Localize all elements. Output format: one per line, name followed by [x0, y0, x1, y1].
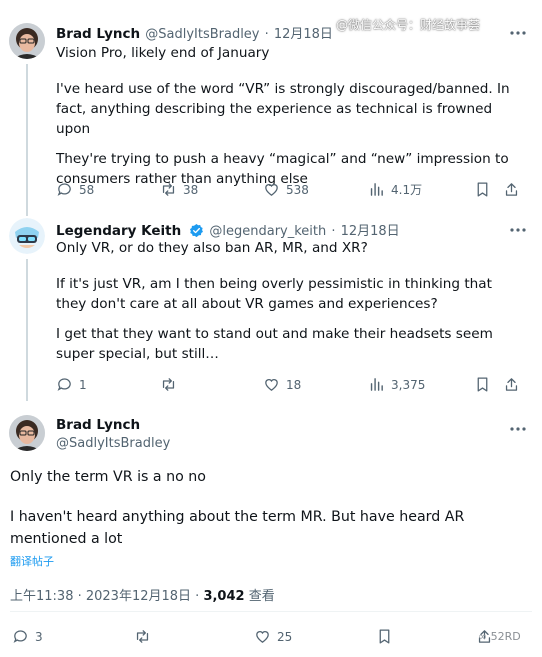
bookmark-button[interactable]: [474, 181, 491, 198]
post-date[interactable]: 12月18日: [341, 224, 400, 239]
tweet-paragraph: I've heard use of the word “VR” is stron…: [56, 81, 510, 137]
bookmark-button[interactable]: [376, 628, 393, 645]
views-count: 3,375: [391, 377, 426, 392]
analytics-icon: [370, 378, 383, 391]
tweet2-body: Only VR, or do they also ban AR, MR, and…: [56, 238, 521, 364]
like-button[interactable]: 538: [263, 181, 309, 198]
bottom-watermark: ∞ 52RD: [478, 630, 521, 643]
tweet1-header: Brad Lynch @SadlyItsBradley · 12月18日: [56, 23, 333, 42]
share-button[interactable]: [503, 181, 520, 198]
views-button[interactable]: 3,375: [368, 376, 425, 393]
more-icon[interactable]: [508, 421, 528, 440]
author-handle[interactable]: @SadlyItsBradley: [56, 436, 170, 451]
tweet2-actions: 1 18 3,375: [56, 376, 521, 396]
post-timestamp-row: 上午11:38 · 2023年12月18日 · 3,042 查看: [10, 585, 275, 604]
author-name[interactable]: Brad Lynch: [56, 26, 140, 42]
reply-count: 3: [35, 629, 43, 644]
reply-icon: [13, 630, 27, 643]
repost-icon: [162, 183, 175, 196]
wechat-logo-icon: ∞: [478, 630, 488, 643]
author-handle[interactable]: @SadlyItsBradley: [145, 27, 259, 42]
bookmark-icon: [379, 629, 390, 644]
reply-icon: [57, 378, 71, 391]
author-handle[interactable]: @legendary_keith: [209, 224, 326, 239]
post-time[interactable]: 上午11:38 · 2023年12月18日 ·: [10, 589, 203, 604]
like-count: 25: [277, 629, 293, 644]
tweet3-body: Only the term VR is a no no I haven't he…: [10, 466, 520, 550]
views-label: 查看: [244, 589, 275, 604]
thread-line: [26, 64, 28, 216]
like-button[interactable]: 25: [254, 628, 292, 645]
analytics-icon: [370, 183, 383, 196]
heart-icon: [265, 379, 278, 391]
tweet-paragraph: Only VR, or do they also ban AR, MR, and…: [56, 240, 368, 256]
tweet-paragraph: I get that they want to stand out and ma…: [56, 326, 493, 362]
share-icon: [505, 183, 518, 196]
share-button[interactable]: [503, 376, 520, 393]
more-icon[interactable]: [508, 25, 528, 44]
avatar-brad-lynch[interactable]: [9, 23, 45, 59]
like-count: 18: [286, 377, 302, 392]
repost-button[interactable]: [134, 628, 151, 645]
divider: [10, 611, 532, 612]
tweet-paragraph: Only the term VR is a no no: [10, 469, 206, 485]
like-count: 538: [286, 182, 309, 197]
repost-icon: [136, 630, 149, 643]
reply-button[interactable]: 58: [56, 181, 94, 198]
bookmark-icon: [477, 182, 488, 197]
heart-icon: [256, 631, 269, 643]
avatar-legendary-keith[interactable]: [9, 218, 45, 254]
tweet3-actions: 3 25: [12, 628, 532, 648]
tweet1-actions: 58 38 538 4.1万: [56, 181, 521, 201]
tweet1-body: Vision Pro, likely end of January I've h…: [56, 43, 521, 189]
repost-count: 38: [183, 182, 199, 197]
views-button[interactable]: 4.1万: [368, 181, 422, 198]
repost-button[interactable]: 38: [160, 181, 198, 198]
views-count: 4.1万: [391, 183, 423, 197]
reply-icon: [57, 183, 71, 196]
author-name[interactable]: Legendary Keith: [56, 223, 181, 239]
thread-line: [26, 259, 28, 401]
avatar-brad-lynch[interactable]: [9, 415, 45, 451]
reply-count: 1: [79, 377, 87, 392]
tweet-paragraph: If it's just VR, am I then being overly …: [56, 276, 492, 312]
watermark: @微信公众号：财经故事荟: [336, 18, 481, 32]
tweet-paragraph: I haven't heard anything about the term …: [10, 509, 465, 547]
share-icon: [505, 378, 518, 391]
heart-icon: [265, 184, 278, 196]
tweet-paragraph: Vision Pro, likely end of January: [56, 45, 270, 61]
reply-button[interactable]: 1: [56, 376, 87, 393]
translate-post-link[interactable]: 翻译帖子: [10, 553, 54, 569]
bookmark-button[interactable]: [474, 376, 491, 393]
repost-button[interactable]: [160, 376, 183, 393]
repost-icon: [162, 378, 175, 391]
reply-count: 58: [79, 182, 95, 197]
bookmark-icon: [477, 377, 488, 392]
bottom-watermark-text: 52RD: [490, 630, 521, 643]
dot-separator: ·: [331, 224, 336, 239]
reply-button[interactable]: 3: [12, 628, 43, 645]
dot-separator: ·: [264, 27, 269, 42]
author-name[interactable]: Brad Lynch: [56, 417, 140, 433]
like-button[interactable]: 18: [263, 376, 301, 393]
views-count: 3,042: [203, 589, 245, 604]
post-date[interactable]: 12月18日: [274, 27, 333, 42]
